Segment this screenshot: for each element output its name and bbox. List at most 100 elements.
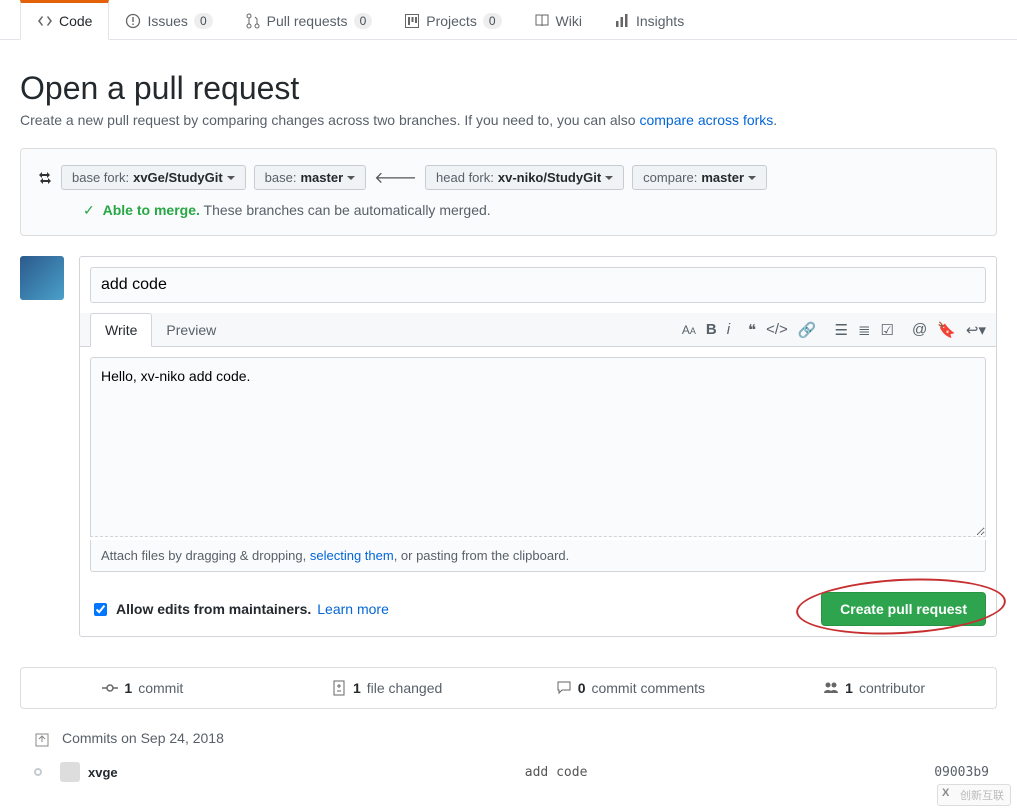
base-fork-value: xvGe/StudyGit [133,170,223,185]
task-icon[interactable]: ☑ [881,321,894,339]
compare-branch-select[interactable]: compare: master [632,165,767,190]
projects-count: 0 [483,13,502,29]
commit-avatar [60,762,80,782]
write-tab[interactable]: Write [90,313,152,347]
issues-count: 0 [194,13,213,29]
merge-status-text: These branches can be automatically merg… [204,202,491,218]
tab-insights-label: Insights [636,13,684,29]
tab-issues[interactable]: Issues 0 [109,0,228,39]
tab-pull-requests[interactable]: Pull requests 0 [229,0,389,39]
allow-edits-checkbox[interactable] [94,603,107,616]
tab-wiki[interactable]: Wiki [518,0,598,39]
check-icon: ✓ [83,202,95,218]
base-fork-label: base fork: [72,170,129,185]
stat-commits[interactable]: 1 commit [21,668,265,708]
tab-code-label: Code [59,13,92,29]
create-pr-button[interactable]: Create pull request [821,592,986,626]
pr-title-input[interactable] [90,267,986,303]
commit-author[interactable]: xvge [88,765,148,780]
pr-count: 0 [354,13,373,29]
comment-icon [556,680,572,696]
md-toolbar: AA B i ❝ </> 🔗 ☰ ≣ ☑ @ [682,321,986,339]
ol-icon[interactable]: ≣ [858,321,871,339]
stat-files[interactable]: 1 file changed [265,668,509,708]
head-fork-label: head fork: [436,170,494,185]
tab-code[interactable]: Code [20,0,109,40]
compare-forks-link[interactable]: compare across forks [639,112,773,128]
issues-icon [125,13,141,29]
select-files-link[interactable]: selecting them [310,548,394,563]
arrow-left-icon: 🡐 [374,167,417,188]
repo-push-icon [34,732,50,748]
commits-label: commit [138,680,183,696]
stat-contributors[interactable]: 1 contributor [752,668,996,708]
page-title: Open a pull request [20,70,997,107]
code-icon [37,13,53,29]
subtitle-text: Create a new pull request by comparing c… [20,112,639,128]
code-icon[interactable]: </> [766,321,788,338]
tab-projects[interactable]: Projects 0 [388,0,517,39]
chevron-down-icon [227,176,235,184]
timeline-heading: Commits on Sep 24, 2018 [62,724,224,756]
book-icon [534,13,550,29]
attach-prefix: Attach files by dragging & dropping, [101,548,310,563]
chevron-down-icon [605,176,613,184]
tab-wiki-label: Wiki [556,13,582,29]
reply-icon[interactable]: ↩▾ [966,321,986,339]
tab-insights[interactable]: Insights [598,0,700,39]
head-fork-select[interactable]: head fork: xv-niko/StudyGit [425,165,624,190]
commit-dot-icon [34,768,42,776]
projects-icon [404,13,420,29]
allow-edits-text: Allow edits from maintainers. [116,601,311,617]
diff-icon [331,680,347,696]
merge-status-strong: Able to merge. [103,202,200,218]
stats-bar: 1 commit 1 file changed 0 commit comment… [20,667,997,709]
bold-icon[interactable]: B [706,321,717,338]
subtitle-suffix: . [773,112,777,128]
attach-suffix: , or pasting from the clipboard. [394,548,570,563]
link-icon[interactable]: 🔗 [798,321,817,339]
base-branch-select[interactable]: base: master [254,165,366,190]
allow-edits-label[interactable]: Allow edits from maintainers. Learn more [90,600,389,619]
ul-icon[interactable]: ☰ [834,321,847,339]
bookmark-icon[interactable]: 🔖 [937,321,956,339]
pr-body-textarea[interactable] [90,357,986,537]
tab-issues-label: Issues [147,13,187,29]
comments-label: commit comments [591,680,705,696]
base-label: base: [265,170,297,185]
avatar [20,256,64,300]
contrib-label: contributor [859,680,925,696]
compare-value: master [701,170,744,185]
stat-comments[interactable]: 0 commit comments [509,668,753,708]
commit-row[interactable]: xvge add code 09003b9 [34,756,997,788]
mention-icon[interactable]: @ [912,321,927,338]
people-icon [823,680,839,696]
compare-icon [37,170,53,186]
chevron-down-icon [347,176,355,184]
head-fork-value: xv-niko/StudyGit [498,170,601,185]
italic-icon[interactable]: i [727,321,730,338]
attach-hint: Attach files by dragging & dropping, sel… [90,540,986,572]
commit-icon [102,680,118,696]
merge-status: ✓ Able to merge. These branches can be a… [37,202,980,219]
tab-pr-label: Pull requests [267,13,348,29]
text-size-icon[interactable]: AA [682,323,696,337]
quote-icon[interactable]: ❝ [748,321,756,339]
graph-icon [614,13,630,29]
learn-more-link[interactable]: Learn more [317,601,389,617]
preview-tab[interactable]: Preview [152,314,230,346]
files-label: file changed [367,680,443,696]
contrib-count: 1 [845,680,853,696]
compare-label: compare: [643,170,697,185]
comment-box: Write Preview AA B i ❝ </> 🔗 ☰ [79,256,997,637]
commit-message[interactable]: add code [178,765,934,780]
page-subtitle: Create a new pull request by comparing c… [20,112,997,128]
commit-timeline: Commits on Sep 24, 2018 xvge add code 09… [20,724,997,788]
base-value: master [300,170,343,185]
repo-nav: Code Issues 0 Pull requests 0 Projects 0… [0,0,1017,40]
watermark: 创新互联 [937,784,1011,806]
base-fork-select[interactable]: base fork: xvGe/StudyGit [61,165,246,190]
chevron-down-icon [748,176,756,184]
commit-sha[interactable]: 09003b9 [934,765,997,780]
comments-count: 0 [578,680,586,696]
